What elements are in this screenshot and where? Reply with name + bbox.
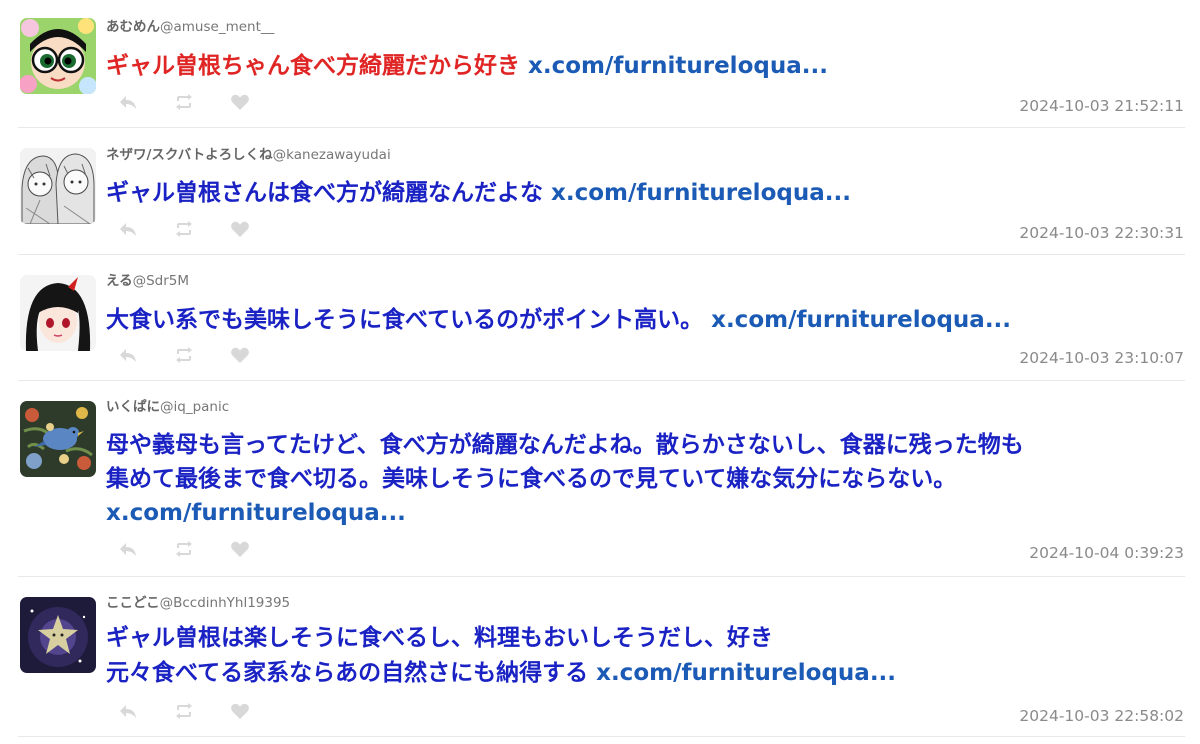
tweet-text-line: ギャル曽根は楽しそうに食べるし、料理もおいしそうだし、好き	[106, 625, 773, 651]
author-line: える@Sdr5M	[106, 272, 189, 290]
tweet-item: える@Sdr5M 大食い系でも美味しそうに食べているのがポイント高い。 x.co…	[0, 255, 1200, 381]
author-line: いくぱに@iq_panic	[106, 398, 229, 416]
timestamp[interactable]: 2024-10-03 22:30:31	[1019, 223, 1184, 243]
tweet-link[interactable]: x.com/furnitureloqua...	[528, 53, 828, 79]
tweet-item: あむめん@amuse_ment__ ギャル曽根ちゃん食べ方綺麗だから好き x.c…	[0, 0, 1200, 128]
display-name[interactable]: あむめん	[106, 19, 160, 35]
author-line: あむめん@amuse_ment__	[106, 18, 274, 36]
user-handle[interactable]: @Sdr5M	[133, 273, 189, 289]
timestamp[interactable]: 2024-10-03 21:52:11	[1019, 96, 1184, 116]
display-name[interactable]: ネザワ/スクバトよろしくね	[106, 147, 273, 163]
avatar[interactable]	[20, 275, 96, 351]
heart-icon[interactable]	[230, 92, 250, 112]
tweet-text-line: 母や義母も言ってたけど、食べ方が綺麗なんだよね。散らかさないし、食器に残った物も	[106, 432, 1024, 458]
heart-icon[interactable]	[230, 539, 250, 559]
author-line: ネザワ/スクバトよろしくね@kanezawayudai	[106, 146, 391, 164]
tweet-link[interactable]: x.com/furnitureloqua...	[711, 307, 1011, 333]
author-line: ここどこ@BccdinhYhl19395	[106, 594, 290, 612]
reply-icon[interactable]	[118, 701, 138, 721]
divider	[18, 736, 1185, 737]
tweet-item: いくぱに@iq_panic 母や義母も言ってたけど、食べ方が綺麗なんだよね。散ら…	[0, 381, 1200, 577]
retweet-icon[interactable]	[174, 539, 194, 559]
user-handle[interactable]: @amuse_ment__	[160, 19, 274, 35]
reply-icon[interactable]	[118, 219, 138, 239]
tweet-text: ギャル曽根さんは食べ方が綺麗なんだよな x.com/furnitureloqua…	[106, 177, 1180, 210]
avatar[interactable]	[20, 18, 96, 94]
user-handle[interactable]: @iq_panic	[160, 399, 229, 415]
tweet-feed: あむめん@amuse_ment__ ギャル曽根ちゃん食べ方綺麗だから好き x.c…	[0, 0, 1200, 744]
tweet-actions	[118, 92, 286, 112]
retweet-icon[interactable]	[174, 345, 194, 365]
timestamp[interactable]: 2024-10-03 23:10:07	[1019, 348, 1184, 368]
display-name[interactable]: いくぱに	[106, 399, 160, 415]
tweet-text-content: ギャル曽根さんは食べ方が綺麗なんだよな	[106, 180, 543, 206]
reply-icon[interactable]	[118, 539, 138, 559]
tweet-item: ここどこ@BccdinhYhl19395 ギャル曽根は楽しそうに食べるし、料理も…	[0, 577, 1200, 737]
tweet-item: ネザワ/スクバトよろしくね@kanezawayudai ギャル曽根さんは食べ方が…	[0, 128, 1200, 255]
heart-icon[interactable]	[230, 345, 250, 365]
tweet-actions	[118, 701, 286, 721]
tweet-text: 母や義母も言ってたけど、食べ方が綺麗なんだよね。散らかさないし、食器に残った物も…	[106, 428, 1180, 530]
display-name[interactable]: える	[106, 273, 133, 289]
avatar[interactable]	[20, 148, 96, 224]
tweet-text-line: 元々食べてる家系ならあの自然さにも納得する	[106, 660, 589, 686]
retweet-icon[interactable]	[174, 701, 194, 721]
reply-icon[interactable]	[118, 345, 138, 365]
timestamp[interactable]: 2024-10-03 22:58:02	[1019, 706, 1184, 726]
tweet-actions	[118, 219, 286, 239]
tweet-text: ギャル曽根ちゃん食べ方綺麗だから好き x.com/furnitureloqua.…	[106, 50, 1180, 83]
avatar[interactable]	[20, 597, 96, 673]
tweet-link[interactable]: x.com/furnitureloqua...	[551, 180, 851, 206]
tweet-text-line: 集めて最後まで食べ切る。美味しそうに食べるので見ていて嫌な気分にならない。	[106, 466, 957, 492]
tweet-text-content: 大食い系でも美味しそうに食べているのがポイント高い。	[106, 307, 704, 333]
retweet-icon[interactable]	[174, 92, 194, 112]
retweet-icon[interactable]	[174, 219, 194, 239]
user-handle[interactable]: @kanezawayudai	[273, 147, 391, 163]
timestamp[interactable]: 2024-10-04 0:39:23	[1029, 543, 1184, 563]
heart-icon[interactable]	[230, 701, 250, 721]
tweet-actions	[118, 539, 286, 559]
display-name[interactable]: ここどこ	[106, 595, 160, 611]
user-handle[interactable]: @BccdinhYhl19395	[160, 595, 291, 611]
avatar[interactable]	[20, 401, 96, 477]
tweet-link[interactable]: x.com/furnitureloqua...	[106, 500, 406, 526]
tweet-text: 大食い系でも美味しそうに食べているのがポイント高い。 x.com/furnitu…	[106, 304, 1180, 337]
heart-icon[interactable]	[230, 219, 250, 239]
tweet-text: ギャル曽根は楽しそうに食べるし、料理もおいしそうだし、好き 元々食べてる家系なら…	[106, 621, 1180, 691]
tweet-link[interactable]: x.com/furnitureloqua...	[596, 660, 896, 686]
reply-icon[interactable]	[118, 92, 138, 112]
tweet-text-content: ギャル曽根ちゃん食べ方綺麗だから好き	[106, 53, 520, 79]
tweet-actions	[118, 345, 286, 365]
